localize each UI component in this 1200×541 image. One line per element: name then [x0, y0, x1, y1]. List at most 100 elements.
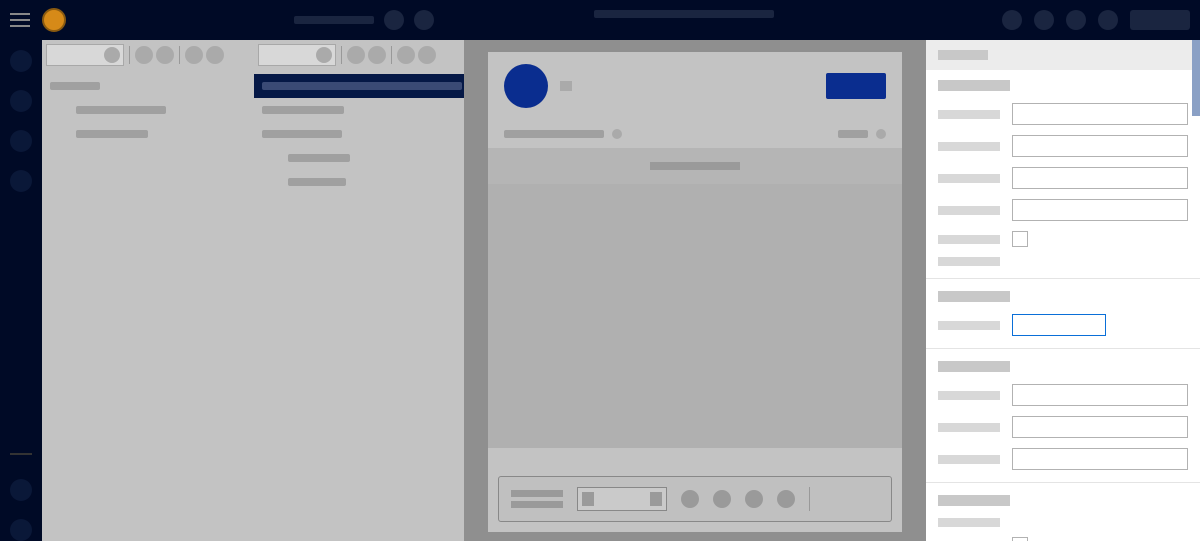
- topbar: [0, 0, 1200, 40]
- tree-row[interactable]: [254, 170, 464, 194]
- footer-icon-3[interactable]: [745, 490, 763, 508]
- tree-row[interactable]: [42, 98, 254, 122]
- field-input[interactable]: [1012, 103, 1188, 125]
- field-label: [938, 142, 1000, 151]
- tree-row-label: [50, 82, 100, 90]
- field-input[interactable]: [1012, 416, 1188, 438]
- footer-icon-1[interactable]: [681, 490, 699, 508]
- properties-panel: [926, 40, 1200, 541]
- tree-right-tool-3-icon[interactable]: [397, 46, 415, 64]
- search-icon: [104, 47, 120, 63]
- tree-left-tool-3-icon[interactable]: [185, 46, 203, 64]
- tree-row[interactable]: [254, 98, 464, 122]
- property-field: [938, 384, 1188, 406]
- field-label: [938, 174, 1000, 183]
- card-row-left-label: [504, 130, 604, 138]
- top-action-2-icon[interactable]: [1034, 10, 1054, 30]
- field-label: [938, 206, 1000, 215]
- property-field: [938, 448, 1188, 470]
- footer-line2: [511, 501, 563, 508]
- field-input[interactable]: [1012, 167, 1188, 189]
- property-field: [938, 518, 1188, 527]
- property-field: [938, 231, 1188, 247]
- tree-left-tool-4-icon[interactable]: [206, 46, 224, 64]
- rail-bottom-icon-1[interactable]: [10, 479, 32, 501]
- tree-right-tool-2-icon[interactable]: [368, 46, 386, 64]
- design-canvas[interactable]: [464, 40, 926, 541]
- tree-right-tool-1-icon[interactable]: [347, 46, 365, 64]
- tree-left-tool-2-icon[interactable]: [156, 46, 174, 64]
- tree-left-tool-1-icon[interactable]: [135, 46, 153, 64]
- property-field: [938, 199, 1188, 221]
- field-input[interactable]: [1012, 135, 1188, 157]
- section-title: [938, 361, 1010, 372]
- rail-icon-1[interactable]: [10, 50, 32, 72]
- section-title: [938, 495, 1010, 506]
- rail-bottom-icon-2[interactable]: [10, 519, 32, 541]
- tree-row[interactable]: [42, 122, 254, 146]
- top-search-1[interactable]: [294, 16, 374, 24]
- tree-row-label: [288, 154, 350, 162]
- footer-input-left-icon: [582, 492, 594, 506]
- tree-row[interactable]: [42, 74, 254, 98]
- top-primary-button[interactable]: [1130, 10, 1190, 30]
- field-label: [938, 321, 1000, 330]
- tree-panel-left: [42, 40, 254, 541]
- field-checkbox[interactable]: [1012, 537, 1028, 541]
- field-label: [938, 110, 1000, 119]
- footer-icon-2[interactable]: [713, 490, 731, 508]
- property-field: [938, 257, 1188, 266]
- tree-row-label: [76, 106, 166, 114]
- search-icon: [316, 47, 332, 63]
- section-title: [938, 80, 1010, 91]
- tree-row-label: [262, 82, 462, 90]
- footer-icon-4[interactable]: [777, 490, 795, 508]
- property-field: [938, 416, 1188, 438]
- property-field: [938, 537, 1188, 541]
- section-title: [938, 291, 1010, 302]
- field-label: [938, 235, 1000, 244]
- top-breadcrumb: [594, 10, 774, 18]
- field-label: [938, 423, 1000, 432]
- property-field: [938, 103, 1188, 125]
- field-label: [938, 455, 1000, 464]
- tree-panel-right: [254, 40, 464, 541]
- left-nav-rail: [0, 40, 42, 541]
- tree-row[interactable]: [254, 122, 464, 146]
- tree-row-label: [262, 130, 342, 138]
- property-field: [938, 135, 1188, 157]
- dot-icon: [876, 129, 886, 139]
- app-logo-icon[interactable]: [42, 8, 66, 32]
- top-icon-b[interactable]: [414, 10, 434, 30]
- field-label: [938, 391, 1000, 400]
- tree-left-search-input[interactable]: [46, 44, 124, 66]
- card-banner: [488, 148, 902, 184]
- top-action-3-icon[interactable]: [1066, 10, 1086, 30]
- property-field: [938, 314, 1188, 336]
- top-action-1-icon[interactable]: [1002, 10, 1022, 30]
- dot-icon: [612, 129, 622, 139]
- card-action-button[interactable]: [826, 73, 886, 99]
- field-input[interactable]: [1012, 199, 1188, 221]
- tree-row-label: [288, 178, 346, 186]
- preview-card[interactable]: [488, 52, 902, 532]
- field-input[interactable]: [1012, 384, 1188, 406]
- field-input[interactable]: [1012, 448, 1188, 470]
- card-body: [488, 184, 902, 448]
- field-input-focused[interactable]: [1012, 314, 1106, 336]
- rail-icon-3[interactable]: [10, 130, 32, 152]
- hamburger-menu-icon[interactable]: [10, 13, 30, 27]
- top-action-4-icon[interactable]: [1098, 10, 1118, 30]
- tree-right-tool-4-icon[interactable]: [418, 46, 436, 64]
- card-footer: [498, 476, 892, 522]
- tree-row[interactable]: [254, 74, 464, 98]
- field-checkbox[interactable]: [1012, 231, 1028, 247]
- tree-right-body: [254, 70, 464, 198]
- rail-icon-4[interactable]: [10, 170, 32, 192]
- tree-row-label: [76, 130, 148, 138]
- footer-input[interactable]: [577, 487, 667, 511]
- tree-row[interactable]: [254, 146, 464, 170]
- tree-right-search-input[interactable]: [258, 44, 336, 66]
- rail-icon-2[interactable]: [10, 90, 32, 112]
- top-icon-a[interactable]: [384, 10, 404, 30]
